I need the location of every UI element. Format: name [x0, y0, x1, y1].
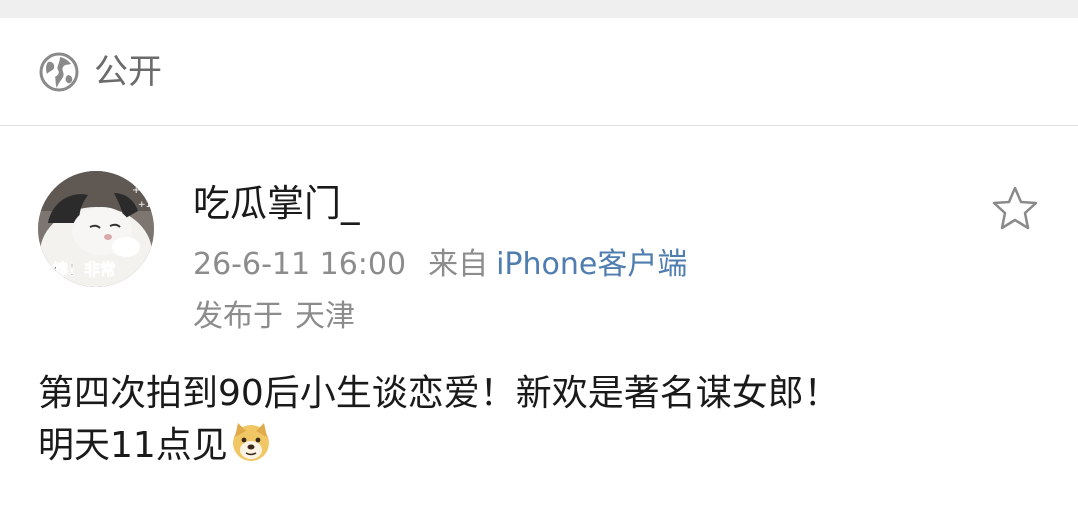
doge-emoji-icon — [232, 423, 269, 461]
post-meta: 26-6-11 16:00 来自 iPhone客户端 — [193, 245, 687, 285]
author-name[interactable]: 吃瓜掌门_ — [193, 180, 360, 228]
location-value[interactable]: 天津 — [295, 299, 355, 334]
avatar-caption: 棒！非常 — [52, 260, 116, 279]
post-text-line-2: 明天11点见 — [38, 420, 1048, 472]
post-content: 第四次拍到90后小生谈恋爱！新欢是著名谋女郎！ 明天11点见 — [38, 368, 1048, 472]
avatar[interactable]: + +1 棒！非常 — [38, 171, 154, 287]
globe-icon — [39, 52, 79, 92]
top-divider-strip — [0, 0, 1078, 18]
cat-avatar-image: + +1 棒！非常 — [38, 171, 154, 287]
client-link[interactable]: iPhone客户端 — [496, 247, 687, 282]
svg-text:+1: +1 — [138, 200, 151, 210]
svg-text:+: + — [132, 185, 140, 196]
post-time: 26-6-11 16:00 — [193, 247, 407, 282]
location-label: 发布于 — [193, 299, 283, 334]
visibility-label: 公开 — [94, 52, 162, 92]
post-text-line-2-text: 明天11点见 — [38, 425, 228, 466]
from-label: 来自 — [428, 247, 489, 282]
star-outline-icon[interactable] — [990, 184, 1040, 234]
post-location: 发布于 天津 — [193, 297, 355, 337]
post-text-line-1: 第四次拍到90后小生谈恋爱！新欢是著名谋女郎！ — [38, 373, 840, 414]
visibility-row[interactable]: 公开 — [0, 18, 1078, 126]
